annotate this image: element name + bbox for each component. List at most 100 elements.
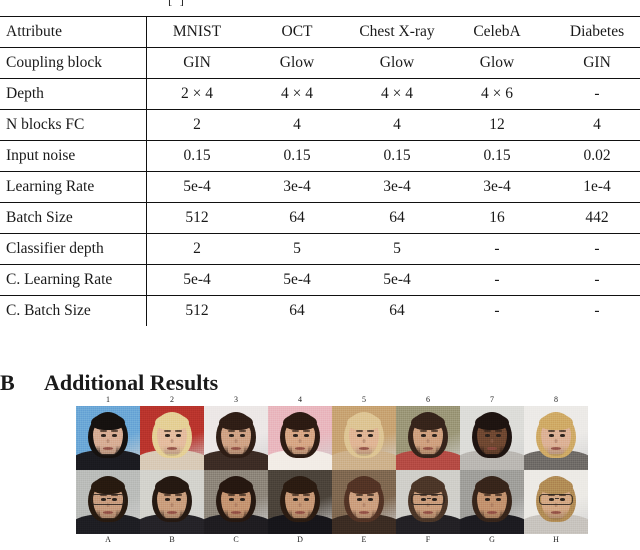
table-header-diabetes: Diabetes [547, 16, 640, 48]
section-title: Additional Results [44, 370, 219, 396]
cell-mnist: 5e-4 [146, 264, 247, 296]
row-label: Classifier depth [0, 233, 147, 265]
cell-celeba: 4 × 6 [447, 78, 547, 110]
cell-chest-xray: 64 [347, 202, 447, 234]
cell-fringe [155, 478, 189, 494]
cell-glasses-icon [539, 494, 573, 505]
cell-diabetes: - [547, 233, 640, 265]
table-row: N blocks FC 2 4 4 12 4 [0, 109, 640, 141]
cell-brow-left [100, 430, 107, 432]
cell-brow-right [111, 430, 118, 432]
cell-eye-left [485, 498, 490, 501]
figure-image-cell-r1c5 [332, 406, 396, 470]
cell-brow-right [175, 430, 182, 432]
cell-fringe [475, 414, 509, 430]
row-label: Coupling block [0, 47, 147, 79]
figure-image-cell-r2c5 [332, 470, 396, 534]
cell-celeba: 0.15 [447, 140, 547, 172]
cell-nose [362, 439, 366, 443]
cell-mouth [423, 447, 433, 450]
cell-brow-left [420, 430, 427, 432]
figure-column-label: 8 [554, 395, 558, 404]
cell-nose [490, 503, 494, 507]
cell-diabetes: 0.02 [547, 140, 640, 172]
cell-celeba: - [447, 233, 547, 265]
row-label: C. Batch Size [0, 295, 147, 326]
celeba-results-figure: 1 2 3 4 5 6 7 8 A B C D E F G H [76, 394, 588, 546]
row-label: C. Learning Rate [0, 264, 147, 296]
figure-column-label: 5 [362, 395, 366, 404]
cell-brow-left [292, 494, 299, 496]
cell-oct: 4 × 4 [247, 78, 347, 110]
cell-oct: 64 [247, 202, 347, 234]
figure-image-cell-r1c4 [268, 406, 332, 470]
figure-column-label: 4 [298, 395, 302, 404]
cell-celeba: - [494, 302, 500, 319]
cell-brow-right [303, 494, 310, 496]
cell-fringe [539, 478, 573, 494]
cell-brow-left [292, 430, 299, 432]
cell-fringe [539, 414, 573, 430]
row-label: Learning Rate [0, 171, 147, 203]
cell-eye-right [368, 434, 373, 437]
cell-brow-right [175, 494, 182, 496]
cell-celeba: 12 [447, 109, 547, 141]
table-row: Input noise 0.15 0.15 0.15 0.15 0.02 [0, 140, 640, 172]
cell-mouth [231, 447, 241, 450]
cell-eye-left [357, 434, 362, 437]
cell-mouth [487, 511, 497, 514]
section-number: B [0, 370, 15, 396]
cell-oct: Glow [247, 47, 347, 79]
figure-image-cell-r2c7 [460, 470, 524, 534]
cell-nose [170, 439, 174, 443]
cell-mouth [359, 447, 369, 450]
figure-column-label: 6 [426, 395, 430, 404]
cell-brow-right [495, 494, 502, 496]
cell-celeba: - [447, 264, 547, 296]
cell-eye-left [101, 434, 106, 437]
cell-fringe [91, 414, 125, 430]
cell-glasses-icon [91, 494, 125, 505]
figure-bottom-label: C [233, 535, 239, 544]
cell-fringe [219, 414, 253, 430]
cell-oct: 3e-4 [247, 171, 347, 203]
cell-mouth [423, 511, 433, 514]
cell-brow-left [228, 430, 235, 432]
cell-chest-xray: 3e-4 [347, 171, 447, 203]
table-row: C. Batch Size 512 64 64 - - [0, 295, 640, 326]
section-heading: B Additional Results [0, 370, 218, 396]
figure-column-label: 1 [106, 395, 110, 404]
cell-eye-right [176, 434, 181, 437]
cell-eye-left [165, 498, 170, 501]
cell-brow-right [431, 430, 438, 432]
figure-bottom-label: A [105, 535, 111, 544]
table-header-row: Attribute MNIST OCT Chest X-ray CelebA D… [0, 16, 640, 48]
figure-image-cell-r2c3 [204, 470, 268, 534]
cell-oct: 5 [247, 233, 347, 265]
cell-diabetes: - [547, 264, 640, 296]
cell-eye-left [549, 434, 554, 437]
figure-bottom-label: B [169, 535, 175, 544]
cell-eye-left [229, 498, 234, 501]
table-header-attribute: Attribute [0, 16, 147, 48]
figure-column-labels: 1 2 3 4 5 6 7 8 [76, 394, 588, 406]
cell-chest-xray: 5e-4 [347, 264, 447, 296]
cell-mnist: 512 [146, 202, 247, 234]
cell-brow-left [164, 430, 171, 432]
cell-mouth [103, 511, 113, 514]
cell-diabetes: GIN [547, 47, 640, 79]
cell-fringe [219, 478, 253, 494]
cell-brow-left [484, 494, 491, 496]
cell-eye-right [432, 434, 437, 437]
cell-eye-right [496, 434, 501, 437]
figure-column-label: 2 [170, 395, 174, 404]
cell-brow-right [239, 430, 246, 432]
cell-fringe [155, 414, 189, 430]
figure-image-cell-r2c8 [524, 470, 588, 534]
cell-brow-right [367, 430, 374, 432]
figure-image-cell-r1c1 [76, 406, 140, 470]
cell-brow-left [548, 430, 555, 432]
cell-diabetes: - [594, 302, 600, 319]
hyperparameter-table: Attribute MNIST OCT Chest X-ray CelebA D… [0, 16, 640, 326]
row-label: N blocks FC [0, 109, 147, 141]
